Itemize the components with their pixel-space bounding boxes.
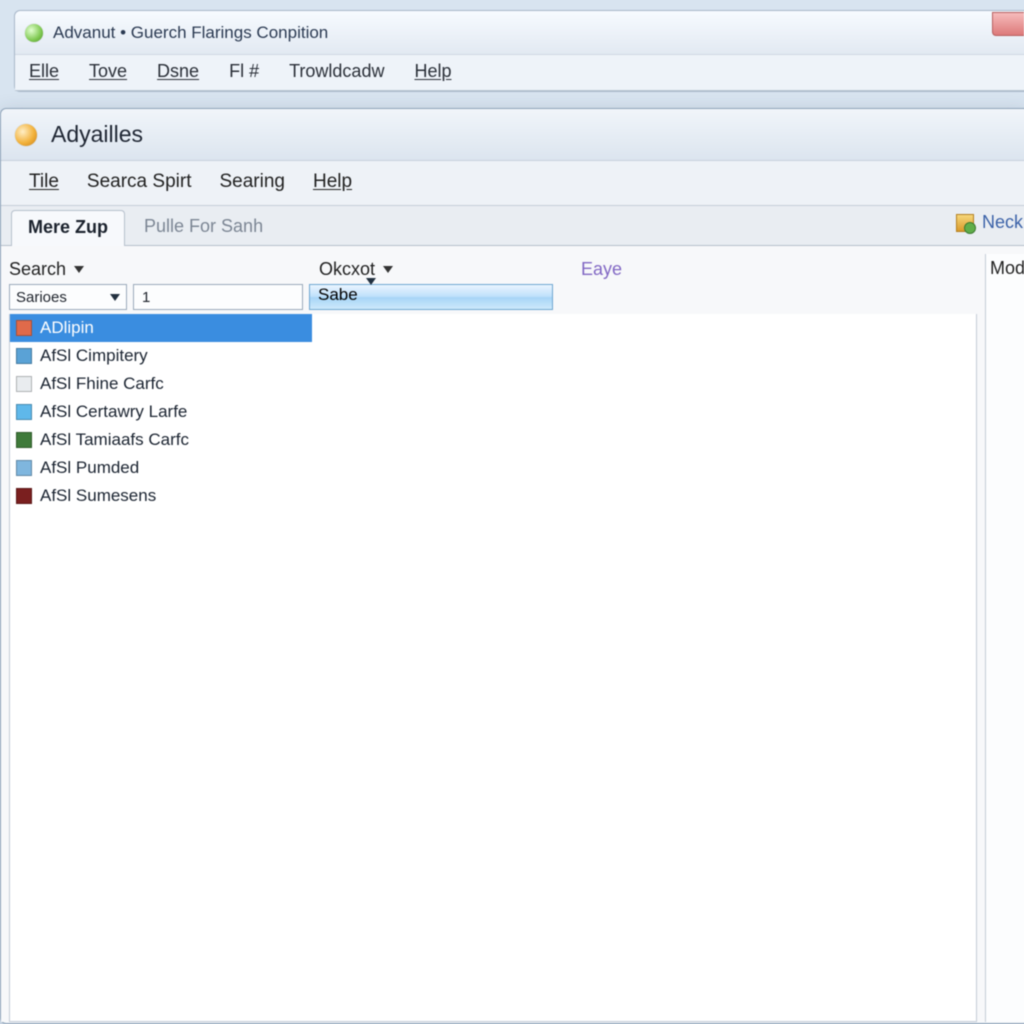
close-button[interactable]	[992, 12, 1024, 36]
list-item[interactable]: AfSl Pumded	[10, 454, 312, 482]
list-item-icon	[16, 404, 32, 420]
parent-menubar: Elle Tove Dsne Fl # Trowldcadw Help	[15, 55, 1024, 91]
tab-pulle-for-sanh[interactable]: Pulle For Sanh	[127, 209, 280, 245]
list-item-label: AfSl Sumesens	[40, 486, 156, 506]
side-panel: Mod	[985, 254, 1024, 1022]
list-item-label: AfSl Fhine Carfc	[40, 374, 164, 394]
chevron-down-icon	[110, 294, 120, 301]
number-input[interactable]: 1	[133, 284, 303, 310]
list-item-icon	[16, 488, 32, 504]
list-item-label: AfSl Cimpitery	[40, 346, 148, 366]
parent-titlebar[interactable]: Advanut • Guerch Flarings Conpition	[15, 11, 1024, 55]
column-header-search[interactable]: Search	[9, 256, 319, 282]
child-app-icon	[15, 124, 37, 146]
sarioes-combo[interactable]: Sarioes	[9, 284, 127, 310]
side-panel-header: Mod	[986, 254, 1024, 283]
child-menubar: Tile Searca Spirt Searing Help	[1, 161, 1024, 206]
tab-strip: Mere Zup Pulle For Sanh Neck	[1, 206, 1024, 246]
menu-help[interactable]: Help	[414, 61, 451, 82]
list-item-label: ADlipin	[40, 318, 94, 338]
neck-icon	[956, 214, 974, 232]
okoot-combo[interactable]: Sabe	[309, 284, 553, 310]
menu-searca-spirt[interactable]: Searca Spirt	[87, 171, 192, 193]
menu-tile[interactable]: Tile	[29, 171, 59, 193]
app-icon	[25, 24, 43, 42]
list-item[interactable]: ADlipin	[10, 314, 312, 342]
list-item[interactable]: AfSl Cimpitery	[10, 342, 312, 370]
column-header-eaye[interactable]: Eaye	[569, 256, 622, 282]
child-window-title: Adyailles	[51, 121, 143, 148]
list-item-label: AfSl Pumded	[40, 458, 139, 478]
list-item[interactable]: AfSl Certawry Larfe	[10, 398, 312, 426]
list-item-icon	[16, 432, 32, 448]
child-window: Adyailles Tile Searca Spirt Searing Help…	[0, 108, 1024, 1024]
list-item[interactable]: AfSl Fhine Carfc	[10, 370, 312, 398]
menu-fl[interactable]: Fl #	[229, 61, 259, 82]
chevron-down-icon	[366, 278, 376, 304]
list-item[interactable]: AfSl Tamiaafs Carfc	[10, 426, 312, 454]
list-item-icon	[16, 460, 32, 476]
chevron-down-icon	[383, 266, 393, 273]
chevron-down-icon	[74, 266, 84, 273]
neck-button[interactable]: Neck	[956, 212, 1023, 233]
results-list[interactable]: ADlipin AfSl Cimpitery AfSl Fhine Carfc AfS…	[9, 314, 977, 1022]
menu-searing[interactable]: Searing	[219, 171, 285, 193]
menu-help-2[interactable]: Help	[313, 171, 352, 193]
list-item-icon	[16, 348, 32, 364]
content-area: Search Okcxot Eaye Sarioes 1 Sabe	[1, 246, 1024, 1022]
child-titlebar[interactable]: Adyailles	[1, 109, 1024, 161]
neck-label: Neck	[982, 212, 1023, 233]
tab-mere-zup[interactable]: Mere Zup	[11, 210, 125, 246]
list-item-label: AfSl Certawry Larfe	[40, 402, 187, 422]
parent-window-title: Advanut • Guerch Flarings Conpition	[53, 23, 328, 43]
menu-file[interactable]: Elle	[29, 61, 59, 82]
menu-trowldcadw[interactable]: Trowldcadw	[289, 61, 384, 82]
column-header-okoot[interactable]: Okcxot	[319, 256, 569, 282]
menu-tove[interactable]: Tove	[89, 61, 127, 82]
parent-window: Advanut • Guerch Flarings Conpition Elle…	[14, 10, 1024, 92]
list-item-label: AfSl Tamiaafs Carfc	[40, 430, 189, 450]
list-item-icon	[16, 376, 32, 392]
menu-dsne[interactable]: Dsne	[157, 61, 199, 82]
list-item[interactable]: AfSl Sumesens	[10, 482, 312, 510]
list-item-icon	[16, 320, 32, 336]
